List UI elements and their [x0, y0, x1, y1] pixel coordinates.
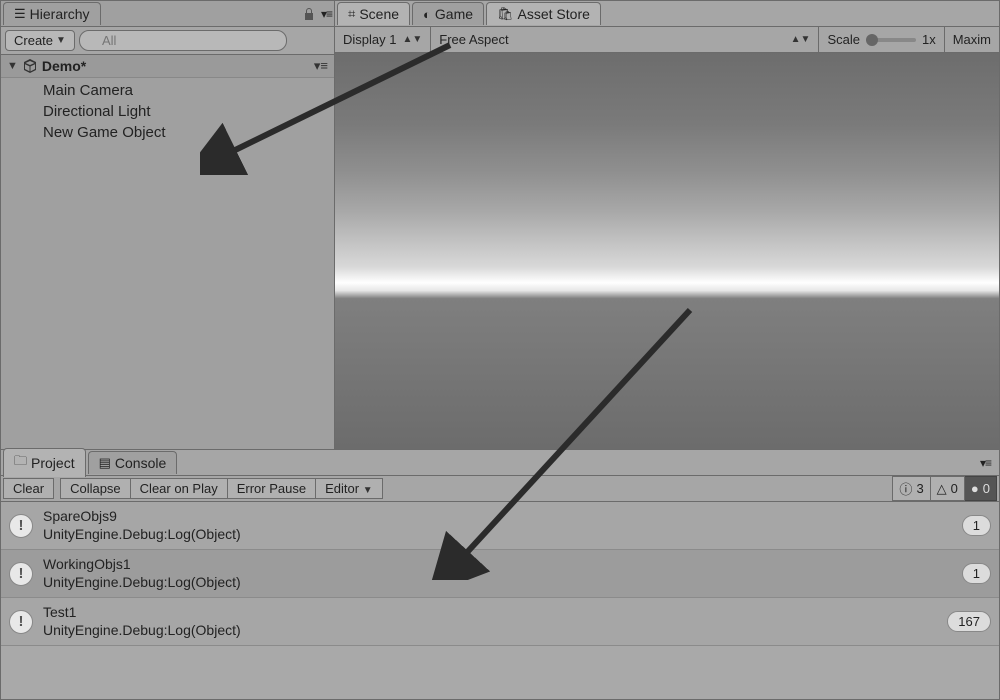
clear-button[interactable]: Clear	[3, 478, 54, 499]
tab-console-label: Console	[115, 455, 166, 471]
panel-menu-icon[interactable]: ▾≡	[980, 456, 997, 470]
asset-store-icon: 🛍	[497, 6, 514, 22]
editor-dropdown[interactable]: Editor ▼	[316, 478, 383, 499]
log-subtitle: UnityEngine.Debug:Log(Object)	[43, 526, 952, 544]
scene-name: Demo*	[42, 58, 86, 74]
unity-scene-icon	[22, 58, 38, 74]
info-icon: ⓘ	[899, 479, 912, 498]
collapse-toggle[interactable]: Collapse	[60, 478, 131, 499]
console-log-list: ! SpareObjs9 UnityEngine.Debug:Log(Objec…	[1, 502, 999, 646]
log-title: SpareObjs9	[43, 508, 952, 526]
log-row[interactable]: ! Test1 UnityEngine.Debug:Log(Object) 16…	[1, 598, 999, 646]
log-title: Test1	[43, 604, 937, 622]
log-info-icon: !	[9, 610, 33, 634]
info-count-value: 3	[916, 481, 923, 496]
tab-asset-store-label: Asset Store	[518, 6, 590, 22]
tab-hierarchy-label: Hierarchy	[30, 6, 90, 22]
hierarchy-search-input[interactable]	[79, 30, 287, 51]
display-label: Display 1	[343, 32, 396, 47]
aspect-label: Free Aspect	[439, 32, 508, 47]
console-icon: ▤	[99, 455, 111, 471]
tab-scene-label: Scene	[359, 6, 399, 22]
editor-label: Editor	[325, 481, 359, 496]
hierarchy-item[interactable]: Directional Light	[43, 101, 334, 122]
scene-row[interactable]: ▼ Demo* ▾≡	[1, 55, 334, 78]
game-view[interactable]	[335, 53, 999, 449]
game-tab-icon: ◐	[423, 7, 431, 22]
aspect-dropdown[interactable]: Free Aspect ▲▼	[431, 27, 819, 52]
warn-count[interactable]: △ 0	[931, 476, 965, 501]
game-panel: ⌗ Scene ◐ Game 🛍 Asset Store Display 1 ▲…	[335, 0, 1000, 450]
project-icon: 🗀	[14, 452, 27, 474]
tab-asset-store[interactable]: 🛍 Asset Store	[486, 2, 601, 25]
log-subtitle: UnityEngine.Debug:Log(Object)	[43, 574, 952, 592]
clear-on-play-toggle[interactable]: Clear on Play	[131, 478, 228, 499]
tab-console[interactable]: ▤ Console	[88, 451, 178, 474]
hierarchy-panel: ☰ Hierarchy ▾≡ Create ▼ 🔍 ▼ Demo	[0, 0, 335, 450]
bottom-panel: 🗀 Project ▤ Console ▾≡ Clear Collapse Cl…	[0, 450, 1000, 700]
hierarchy-item[interactable]: Main Camera	[43, 80, 334, 101]
log-count: 1	[962, 563, 991, 584]
scene-menu-icon[interactable]: ▾≡	[314, 58, 328, 74]
log-subtitle: UnityEngine.Debug:Log(Object)	[43, 622, 937, 640]
scale-label: Scale	[827, 32, 860, 47]
scale-control[interactable]: Scale 1x	[819, 27, 944, 52]
scene-tab-icon: ⌗	[348, 6, 355, 22]
chevron-down-icon: ▼	[363, 485, 373, 496]
log-count: 167	[947, 611, 991, 632]
tab-hierarchy[interactable]: ☰ Hierarchy	[3, 2, 101, 25]
error-count-value: 0	[983, 481, 990, 496]
warn-count-value: 0	[951, 481, 958, 496]
tab-scene[interactable]: ⌗ Scene	[337, 2, 410, 25]
log-info-icon: !	[9, 514, 33, 538]
error-icon: ●	[971, 481, 979, 496]
scale-value: 1x	[922, 32, 936, 47]
chevron-updown-icon: ▲▼	[791, 34, 811, 45]
hierarchy-icon: ☰	[14, 6, 26, 22]
info-count[interactable]: ⓘ 3	[892, 476, 930, 501]
scale-slider[interactable]	[866, 38, 916, 42]
error-count[interactable]: ● 0	[965, 476, 997, 501]
log-row[interactable]: ! SpareObjs9 UnityEngine.Debug:Log(Objec…	[1, 502, 999, 550]
lock-icon[interactable]	[303, 7, 315, 21]
tab-project-label: Project	[31, 455, 75, 471]
create-button[interactable]: Create ▼	[5, 30, 75, 51]
error-pause-toggle[interactable]: Error Pause	[228, 478, 316, 499]
tab-project[interactable]: 🗀 Project	[3, 448, 86, 477]
log-info-icon: !	[9, 562, 33, 586]
display-dropdown[interactable]: Display 1 ▲▼	[335, 27, 431, 52]
create-button-label: Create	[14, 33, 53, 48]
chevron-down-icon: ▼	[56, 35, 66, 46]
warning-icon: △	[937, 481, 947, 497]
foldout-icon[interactable]: ▼	[7, 60, 18, 72]
tab-game-label: Game	[435, 6, 473, 22]
maximize-label: Maxim	[953, 32, 991, 47]
panel-menu-icon[interactable]: ▾≡	[321, 7, 332, 21]
log-title: WorkingObjs1	[43, 556, 952, 574]
maximize-toggle[interactable]: Maxim	[945, 27, 999, 52]
tab-game[interactable]: ◐ Game	[412, 2, 484, 25]
log-row[interactable]: ! WorkingObjs1 UnityEngine.Debug:Log(Obj…	[1, 550, 999, 598]
log-count: 1	[962, 515, 991, 536]
hierarchy-item[interactable]: New Game Object	[43, 122, 334, 143]
chevron-updown-icon: ▲▼	[402, 34, 422, 45]
